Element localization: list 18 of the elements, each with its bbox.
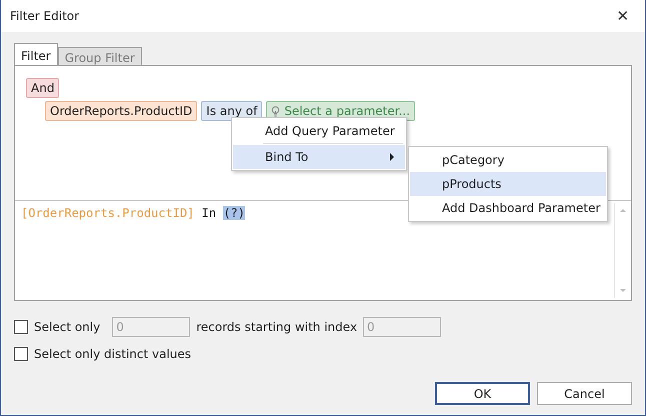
window-title: Filter Editor — [10, 9, 80, 23]
bulb-icon — [271, 106, 280, 116]
field-name[interactable]: OrderReports.ProductID — [45, 101, 198, 121]
close-button[interactable]: ✕ — [611, 7, 635, 25]
group-operator[interactable]: And — [26, 78, 60, 98]
checkbox-label: Select only distinct values — [34, 347, 192, 361]
menu-item[interactable]: Bind To — [233, 145, 405, 169]
ok-button[interactable]: OK — [435, 382, 530, 405]
menu-item[interactable]: pProducts — [410, 172, 606, 196]
checkbox-label: Select only — [34, 320, 100, 334]
menu-item[interactable]: Add Dashboard Parameter — [410, 196, 606, 220]
tab[interactable]: Filter — [14, 43, 58, 65]
checkbox[interactable] — [14, 347, 28, 361]
menu-item[interactable]: Add Query Parameter — [233, 119, 405, 143]
cancel-button[interactable]: Cancel — [537, 382, 632, 405]
menu-item[interactable]: pCategory — [410, 148, 606, 172]
field-label: records starting with index — [196, 320, 358, 334]
condition-operator[interactable]: Is any of — [201, 101, 262, 121]
